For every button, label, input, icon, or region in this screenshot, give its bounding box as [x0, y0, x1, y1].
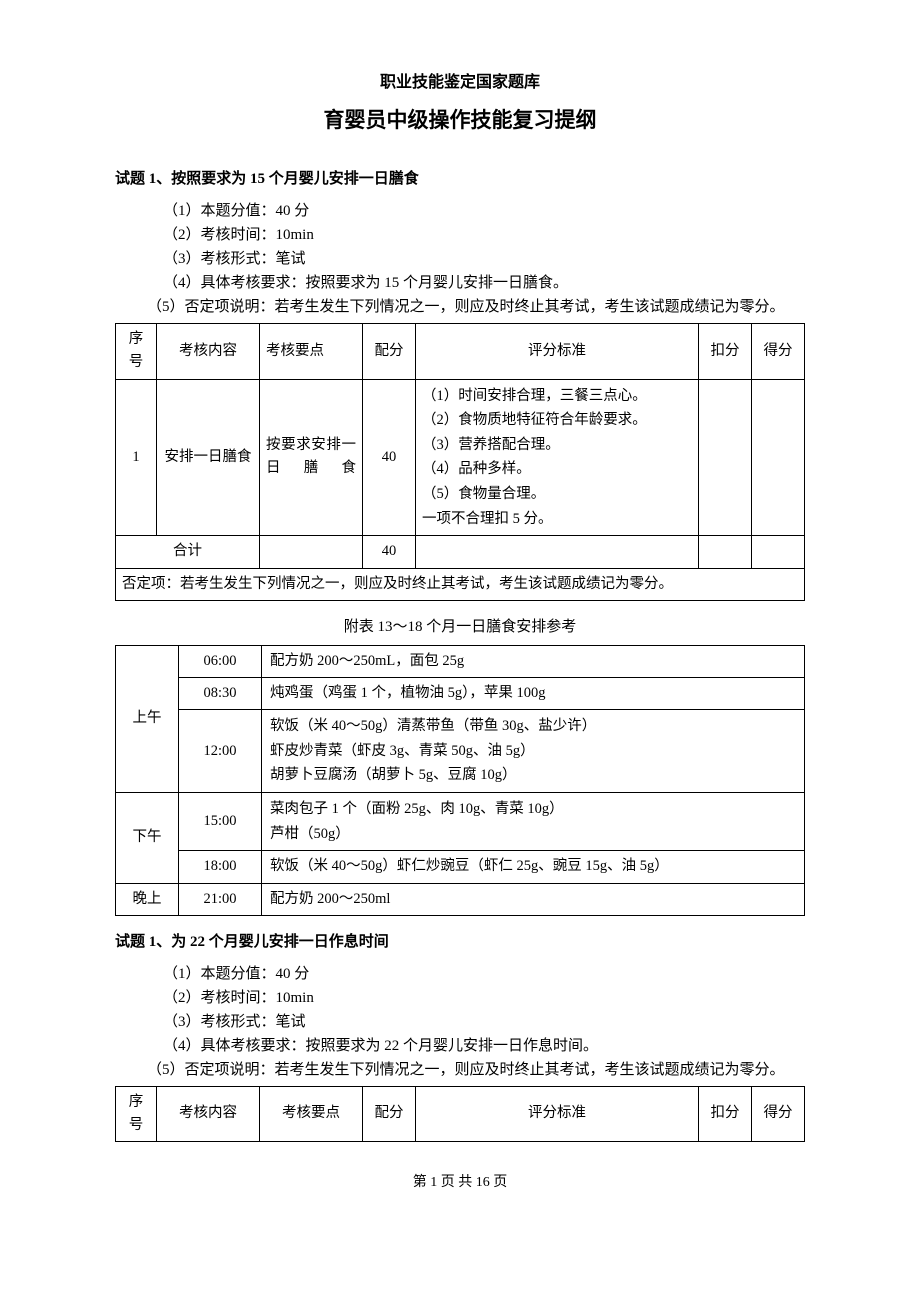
q1-heading: 试题 1、按照要求为 15 个月婴儿安排一日膳食 — [115, 167, 805, 191]
desc-1500: 菜肉包子 1 个（面粉 25g、肉 10g、青菜 10g） 芦柑（50g） — [262, 793, 805, 851]
q2-th-criteria: 评分标准 — [416, 1086, 699, 1141]
td-score-blank — [752, 379, 805, 536]
q2-item-5: （5）否定项说明：若考生发生下列情况之一，则应及时终止其考试，考生该试题成绩记为… — [147, 1062, 785, 1078]
period-morning: 上午 — [116, 645, 179, 792]
td-deduct-blank — [699, 379, 752, 536]
doc-title: 育婴员中级操作技能复习提纲 — [115, 104, 805, 138]
th-alloc: 配分 — [363, 324, 416, 379]
page-footer: 第 1 页 共 16 页 — [115, 1172, 805, 1194]
q1-item-2: （2）考核时间：10min — [163, 223, 805, 247]
td-content: 安排一日膳食 — [157, 379, 260, 536]
time-1500: 15:00 — [179, 793, 262, 851]
desc-0830: 炖鸡蛋（鸡蛋 1 个，植物油 5g），苹果 100g — [262, 677, 805, 709]
period-evening: 晚上 — [116, 883, 179, 915]
schedule-caption: 附表 13～18 个月一日膳食安排参考 — [115, 615, 805, 639]
q2-th-content: 考核内容 — [157, 1086, 260, 1141]
td-total-deduct-blank — [699, 536, 752, 568]
td-disqualify: 否定项：若考生发生下列情况之一，则应及时终止其考试，考生该试题成绩记为零分。 — [116, 568, 805, 600]
desc-0600: 配方奶 200～250mL，面包 25g — [262, 645, 805, 677]
q2-item-4: （4）具体考核要求：按照要求为 22 个月婴儿安排一日作息时间。 — [163, 1034, 805, 1058]
td-total-points-blank — [260, 536, 363, 568]
td-points: 按要求安排一日膳食 — [260, 379, 363, 536]
th-seq: 序号 — [116, 324, 157, 379]
q1-item-1: （1）本题分值：40 分 — [163, 199, 805, 223]
time-0600: 06:00 — [179, 645, 262, 677]
q2-th-seq: 序号 — [116, 1086, 157, 1141]
time-0830: 08:30 — [179, 677, 262, 709]
q2-item-2: （2）考核时间：10min — [163, 986, 805, 1010]
q2-item-1: （1）本题分值：40 分 — [163, 962, 805, 986]
th-deduct: 扣分 — [699, 324, 752, 379]
schedule-table: 上午 06:00 配方奶 200～250mL，面包 25g 08:30 炖鸡蛋（… — [115, 645, 805, 916]
q2-th-points: 考核要点 — [260, 1086, 363, 1141]
q1-item-5: （5）否定项说明：若考生发生下列情况之一，则应及时终止其考试，考生该试题成绩记为… — [147, 299, 785, 315]
time-2100: 21:00 — [179, 883, 262, 915]
q2-th-alloc: 配分 — [363, 1086, 416, 1141]
td-criteria: （1）时间安排合理，三餐三点心。 （2）食物质地特征符合年龄要求。 （3）营养搭… — [416, 379, 699, 536]
th-score: 得分 — [752, 324, 805, 379]
time-1800: 18:00 — [179, 851, 262, 883]
desc-1200: 软饭（米 40～50g）清蒸带鱼（带鱼 30g、盐少许） 虾皮炒青菜（虾皮 3g… — [262, 710, 805, 793]
td-total-criteria-blank — [416, 536, 699, 568]
q2-th-deduct: 扣分 — [699, 1086, 752, 1141]
doc-subtitle: 职业技能鉴定国家题库 — [115, 70, 805, 96]
td-seq: 1 — [116, 379, 157, 536]
period-afternoon: 下午 — [116, 793, 179, 883]
q2-item-3: （3）考核形式：笔试 — [163, 1010, 805, 1034]
td-total-alloc: 40 — [363, 536, 416, 568]
time-1200: 12:00 — [179, 710, 262, 793]
q1-item-4: （4）具体考核要求：按照要求为 15 个月婴儿安排一日膳食。 — [163, 271, 805, 295]
td-total-label: 合计 — [116, 536, 260, 568]
q2-th-score: 得分 — [752, 1086, 805, 1141]
q2-heading: 试题 1、为 22 个月婴儿安排一日作息时间 — [115, 930, 805, 954]
desc-1800: 软饭（米 40～50g）虾仁炒豌豆（虾仁 25g、豌豆 15g、油 5g） — [262, 851, 805, 883]
td-total-score-blank — [752, 536, 805, 568]
desc-2100: 配方奶 200～250ml — [262, 883, 805, 915]
q1-scoring-table: 序号 考核内容 考核要点 配分 评分标准 扣分 得分 1 安排一日膳食 按要求安… — [115, 323, 805, 601]
td-alloc: 40 — [363, 379, 416, 536]
th-content: 考核内容 — [157, 324, 260, 379]
th-points: 考核要点 — [260, 324, 363, 379]
q2-scoring-table: 序号 考核内容 考核要点 配分 评分标准 扣分 得分 — [115, 1086, 805, 1142]
q1-item-3: （3）考核形式：笔试 — [163, 247, 805, 271]
th-criteria: 评分标准 — [416, 324, 699, 379]
